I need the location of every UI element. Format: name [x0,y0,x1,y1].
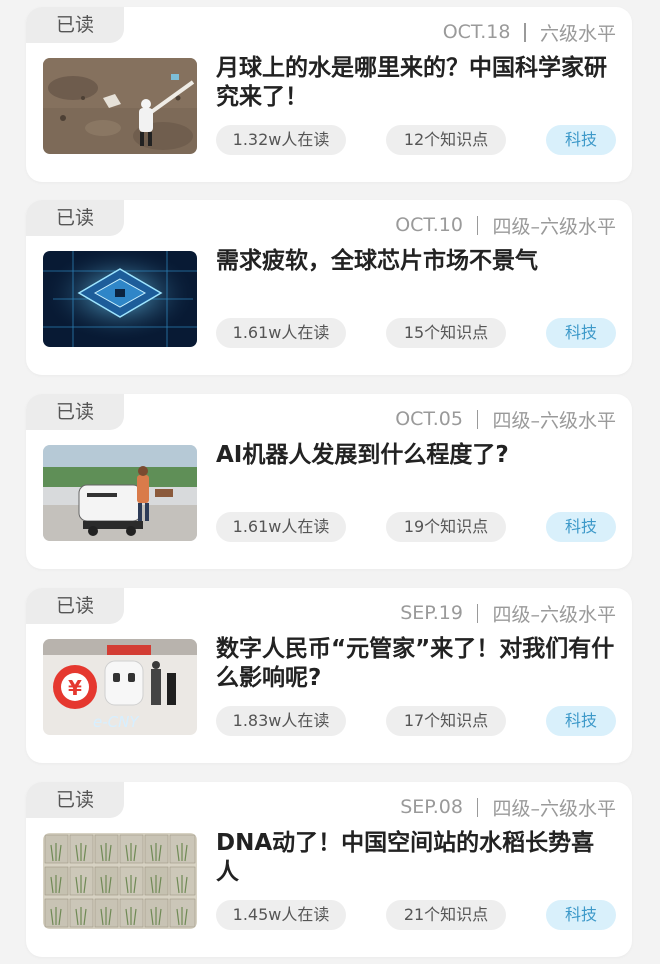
category-tag[interactable]: 科技 [546,125,616,155]
knowledge-points: 21个知识点 [386,900,506,930]
article-date: OCT.18 [442,21,511,43]
article-title[interactable]: 需求疲软，全球芯片市场不景气 [216,247,616,276]
readers-count: 1.61w人在读 [216,318,346,348]
article-meta: SEP.08 四级–六级水平 [400,792,616,822]
article-title[interactable]: 数字人民币“元管家”来了！对我们有什么影响呢? [216,635,616,693]
ecny-sign-text: e-CNY [93,713,140,731]
meta-divider [524,22,526,42]
article-thumbnail[interactable]: ¥ e-CNY [43,639,197,735]
article-date: SEP.19 [400,602,463,624]
readers-count: 1.45w人在读 [216,900,346,930]
meta-divider [476,215,479,235]
svg-text:¥: ¥ [68,676,82,700]
category-tag[interactable]: 科技 [546,318,616,348]
difficulty-level: 四级–六级水平 [492,215,616,238]
difficulty-level: 四级–六级水平 [492,797,616,820]
read-badge: 已读 [26,7,124,43]
readers-count: 1.83w人在读 [216,706,346,736]
article-thumbnail[interactable] [43,833,197,929]
article-title[interactable]: DNA动了！中国空间站的水稻长势喜人 [216,829,616,887]
category-tag[interactable]: 科技 [546,706,616,736]
difficulty-level: 六级水平 [539,22,616,45]
readers-count: 1.32w人在读 [216,125,346,155]
article-date: OCT.10 [395,214,463,236]
article-title[interactable]: 月球上的水是哪里来的？中国科学家研究来了！ [216,54,616,112]
read-badge: 已读 [26,200,124,236]
knowledge-points: 19个知识点 [386,512,506,542]
category-tag[interactable]: 科技 [546,512,616,542]
article-title[interactable]: AI机器人发展到什么程度了? [216,441,616,470]
article-meta: SEP.19 四级–六级水平 [400,598,616,628]
article-card[interactable]: 已读 OCT.10 四级–六级水平 需求疲软，全球芯片市场不景气 1.61w人在… [26,200,632,375]
knowledge-points: 15个知识点 [386,318,506,348]
knowledge-points: 12个知识点 [386,125,506,155]
difficulty-level: 四级–六级水平 [492,409,616,432]
read-badge: 已读 [26,394,124,430]
article-card[interactable]: 已读 SEP.19 四级–六级水平 ¥ e-CNY 数字人民币“元管家”来了！对… [26,588,632,763]
knowledge-points: 17个知识点 [386,706,506,736]
article-meta: OCT.05 四级–六级水平 [395,404,616,434]
read-badge: 已读 [26,588,124,624]
meta-divider [476,797,479,817]
article-meta: OCT.10 四级–六级水平 [395,210,616,240]
read-badge: 已读 [26,782,124,818]
category-tag[interactable]: 科技 [546,900,616,930]
article-card[interactable]: 已读 OCT.18 六级水平 月球上的水是哪里来的？中国科学家研究来了！ 1.3… [26,7,632,182]
article-card[interactable]: 已读 OCT.05 四级–六级水平 AI机器人发展到什么程度了? 1.61w人在… [26,394,632,569]
readers-count: 1.61w人在读 [216,512,346,542]
article-thumbnail[interactable] [43,58,197,154]
article-date: SEP.08 [400,796,463,818]
meta-divider [476,603,479,623]
article-thumbnail[interactable] [43,445,197,541]
article-feed: 已读 OCT.18 六级水平 月球上的水是哪里来的？中国科学家研究来了！ 1.3… [0,0,660,964]
difficulty-level: 四级–六级水平 [492,603,616,626]
article-card[interactable]: 已读 SEP.08 四级–六级水平 DNA动了！中国空间站的水稻长势喜人 1.4… [26,782,632,957]
meta-divider [476,409,479,429]
article-meta: OCT.18 六级水平 [443,17,616,47]
article-date: OCT.05 [395,408,463,430]
article-thumbnail[interactable] [43,251,197,347]
